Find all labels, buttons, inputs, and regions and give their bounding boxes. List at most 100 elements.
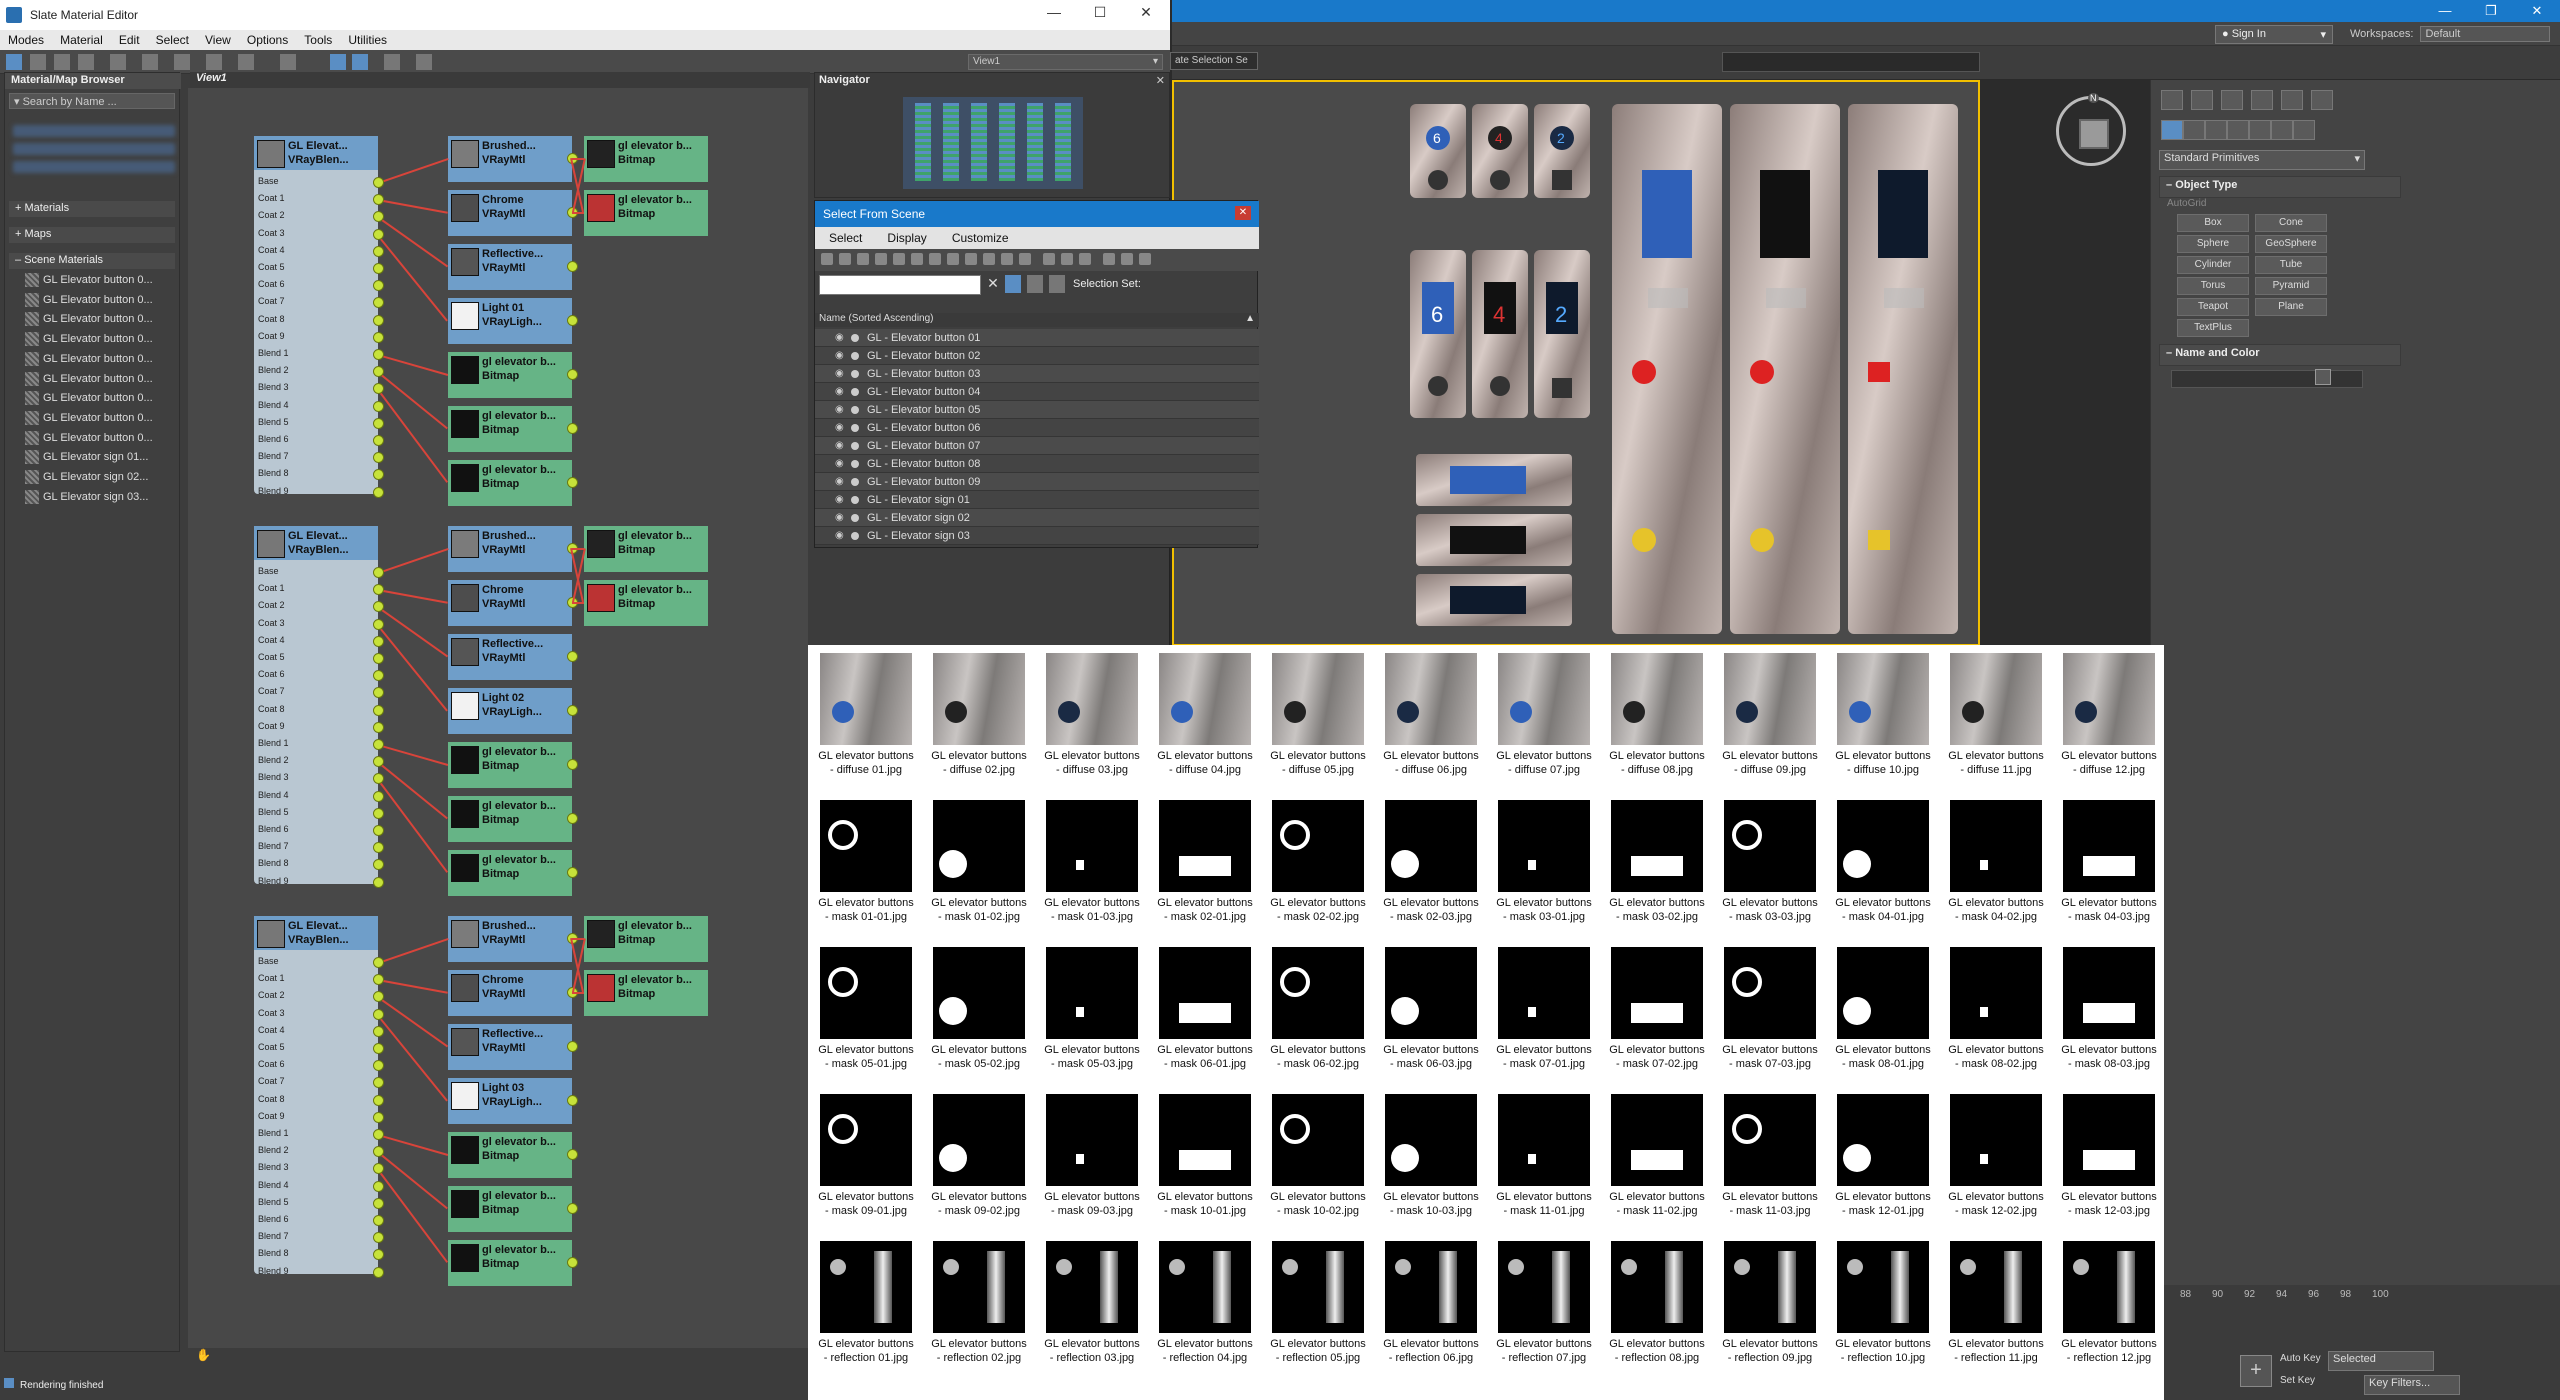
scene-material-item[interactable]: GL Elevator button 0... — [25, 292, 175, 310]
socket-connector[interactable] — [373, 618, 384, 630]
auto-key-button[interactable]: Auto Key — [2280, 1353, 2321, 1364]
bitmap-node[interactable]: gl elevator b... Bitmap — [448, 352, 572, 398]
texture-thumbnail[interactable]: GL elevator buttons - mask 01-01.jpg — [812, 792, 920, 938]
close-icon[interactable]: ✕ — [2514, 0, 2560, 22]
texture-thumbnail[interactable]: GL elevator buttons - mask 08-01.jpg — [1829, 939, 1937, 1085]
delete-icon[interactable] — [110, 54, 126, 70]
layers-icon[interactable] — [1139, 253, 1151, 265]
socket-connector[interactable] — [567, 261, 578, 272]
filter-icon[interactable] — [1121, 253, 1133, 265]
socket-connector[interactable] — [373, 1180, 384, 1192]
socket-connector[interactable] — [373, 721, 384, 733]
texture-thumbnail[interactable]: GL elevator buttons - mask 05-03.jpg — [1038, 939, 1146, 1085]
modify-tab-icon[interactable] — [2191, 90, 2213, 110]
socket-connector[interactable] — [373, 1060, 384, 1072]
socket-connector[interactable] — [373, 859, 384, 871]
socket-connector[interactable] — [373, 773, 384, 785]
socket-connector[interactable] — [373, 635, 384, 647]
scene-object-row[interactable]: ◉ GL - Elevator button 05 — [815, 401, 1259, 419]
texture-thumbnail[interactable]: GL elevator buttons - reflection 10.jpg — [1829, 1233, 1937, 1379]
material-slot[interactable]: Coat 7 — [258, 1076, 285, 1086]
assign-material-icon[interactable] — [78, 54, 94, 70]
freeze-icon[interactable] — [851, 334, 859, 342]
texture-thumbnail[interactable]: GL elevator buttons - mask 08-02.jpg — [1942, 939, 2050, 1085]
scene-object-row[interactable]: ◉ GL - Elevator button 02 — [815, 347, 1259, 365]
teapot-button[interactable]: Teapot — [2177, 298, 2249, 316]
texture-thumbnail[interactable]: GL elevator buttons - mask 06-03.jpg — [1377, 939, 1485, 1085]
eye-icon[interactable]: ◉ — [835, 422, 844, 433]
bitmap-node[interactable]: gl elevator b... Bitmap — [448, 460, 572, 506]
shapes-icon[interactable] — [2183, 120, 2205, 140]
autogrid-checkbox[interactable]: AutoGrid — [2167, 198, 2206, 209]
scene-material-item[interactable]: GL Elevator button 0... — [25, 391, 175, 408]
node-header[interactable]: Chrome VRayMtl — [448, 580, 572, 626]
texture-thumbnail[interactable]: GL elevator buttons - reflection 07.jpg — [1490, 1233, 1598, 1379]
cameras-icon[interactable] — [2227, 120, 2249, 140]
texture-thumbnail[interactable]: GL elevator buttons - reflection 08.jpg — [1603, 1233, 1711, 1379]
freeze-icon[interactable] — [851, 514, 859, 522]
socket-connector[interactable] — [373, 435, 384, 446]
lights-icon[interactable] — [2205, 120, 2227, 140]
node-header[interactable]: gl elevator b... Bitmap — [448, 796, 572, 842]
material-slot[interactable]: Blend 3 — [258, 772, 289, 782]
scene-material-item[interactable]: GL Elevator button 0... — [25, 371, 175, 389]
move-children-icon[interactable] — [142, 54, 158, 70]
material-slot[interactable]: Blend 4 — [258, 790, 289, 800]
hide-icon[interactable] — [416, 54, 432, 70]
cylinder-button[interactable]: Cylinder — [2177, 256, 2249, 274]
bitmap-node[interactable]: gl elevator b... Bitmap — [584, 580, 708, 626]
geosphere-button[interactable]: GeoSphere — [2255, 235, 2327, 253]
material-slot[interactable]: Blend 8 — [258, 468, 289, 478]
sphere-button[interactable]: Sphere — [2177, 235, 2249, 253]
node-header[interactable]: gl elevator b... Bitmap — [584, 190, 708, 236]
spacewarps-filter-icon[interactable] — [911, 253, 923, 265]
sync-selection-icon[interactable] — [1103, 253, 1115, 265]
workspaces-dropdown[interactable]: Default — [2420, 26, 2551, 42]
material-slot[interactable]: Coat 2 — [258, 210, 285, 220]
eye-icon[interactable]: ◉ — [835, 386, 844, 397]
material-slot[interactable]: Blend 2 — [258, 365, 289, 375]
socket-connector[interactable] — [373, 245, 384, 257]
eye-icon[interactable]: ◉ — [835, 476, 844, 487]
set-key-button[interactable]: Set Key — [2280, 1375, 2315, 1386]
socket-connector[interactable] — [373, 417, 384, 429]
node-header[interactable]: Brushed... VRayMtl — [448, 526, 572, 572]
eye-icon[interactable]: ◉ — [835, 404, 844, 415]
lights-filter-icon[interactable] — [857, 253, 869, 265]
key-selection-dropdown[interactable]: Selected — [2328, 1351, 2434, 1371]
scene-material-item[interactable]: GL Elevator sign 02... — [25, 470, 175, 487]
node-header[interactable]: gl elevator b... Bitmap — [448, 406, 572, 452]
texture-thumbnail[interactable]: GL elevator buttons - diffuse 11.jpg — [1942, 645, 2050, 791]
socket-connector[interactable] — [373, 1025, 384, 1037]
freeze-icon[interactable] — [851, 496, 859, 504]
pyramid-button[interactable]: Pyramid — [2255, 277, 2327, 295]
node-header[interactable]: Light 01 VRayLigh... — [448, 298, 572, 344]
material-slot[interactable]: Coat 2 — [258, 600, 285, 610]
bitmap-node[interactable]: gl elevator b... Bitmap — [584, 190, 708, 236]
eye-icon[interactable]: ◉ — [835, 530, 844, 541]
texture-thumbnail[interactable]: GL elevator buttons - diffuse 08.jpg — [1603, 645, 1711, 791]
socket-connector[interactable] — [373, 567, 384, 578]
socket-connector[interactable] — [567, 1257, 578, 1268]
name-color-rollout[interactable]: – Name and Color — [2159, 344, 2401, 366]
node-header[interactable]: gl elevator b... Bitmap — [448, 460, 572, 506]
texture-thumbnail[interactable]: GL elevator buttons - diffuse 12.jpg — [2055, 645, 2163, 791]
viewcube-box[interactable] — [2079, 119, 2109, 149]
utilities-tab-icon[interactable] — [2311, 90, 2333, 110]
material-slot[interactable]: Blend 9 — [258, 876, 289, 886]
node-header[interactable]: gl elevator b... Bitmap — [448, 1186, 572, 1232]
texture-thumbnail[interactable]: GL elevator buttons - diffuse 09.jpg — [1716, 645, 1824, 791]
object-color-swatch[interactable] — [2315, 369, 2331, 385]
texture-thumbnail[interactable]: GL elevator buttons - mask 01-03.jpg — [1038, 792, 1146, 938]
browser-category-scene-materials[interactable]: – Scene Materials — [9, 253, 175, 269]
show-map-icon[interactable] — [206, 54, 222, 70]
node-header[interactable]: Light 03 VRayLigh... — [448, 1078, 572, 1124]
texture-thumbnail[interactable]: GL elevator buttons - mask 09-02.jpg — [925, 1086, 1033, 1232]
select-tool-icon[interactable] — [6, 54, 22, 70]
helpers-icon[interactable] — [2249, 120, 2271, 140]
pick-material-icon[interactable] — [30, 54, 46, 70]
browser-search[interactable]: ▾ Search by Name ... — [9, 93, 175, 109]
node-header[interactable]: Reflective... VRayMtl — [448, 1024, 572, 1070]
restore-icon[interactable]: ❐ — [2468, 0, 2514, 22]
vraymtl-node[interactable]: Light 01 VRayLigh... — [448, 298, 572, 344]
